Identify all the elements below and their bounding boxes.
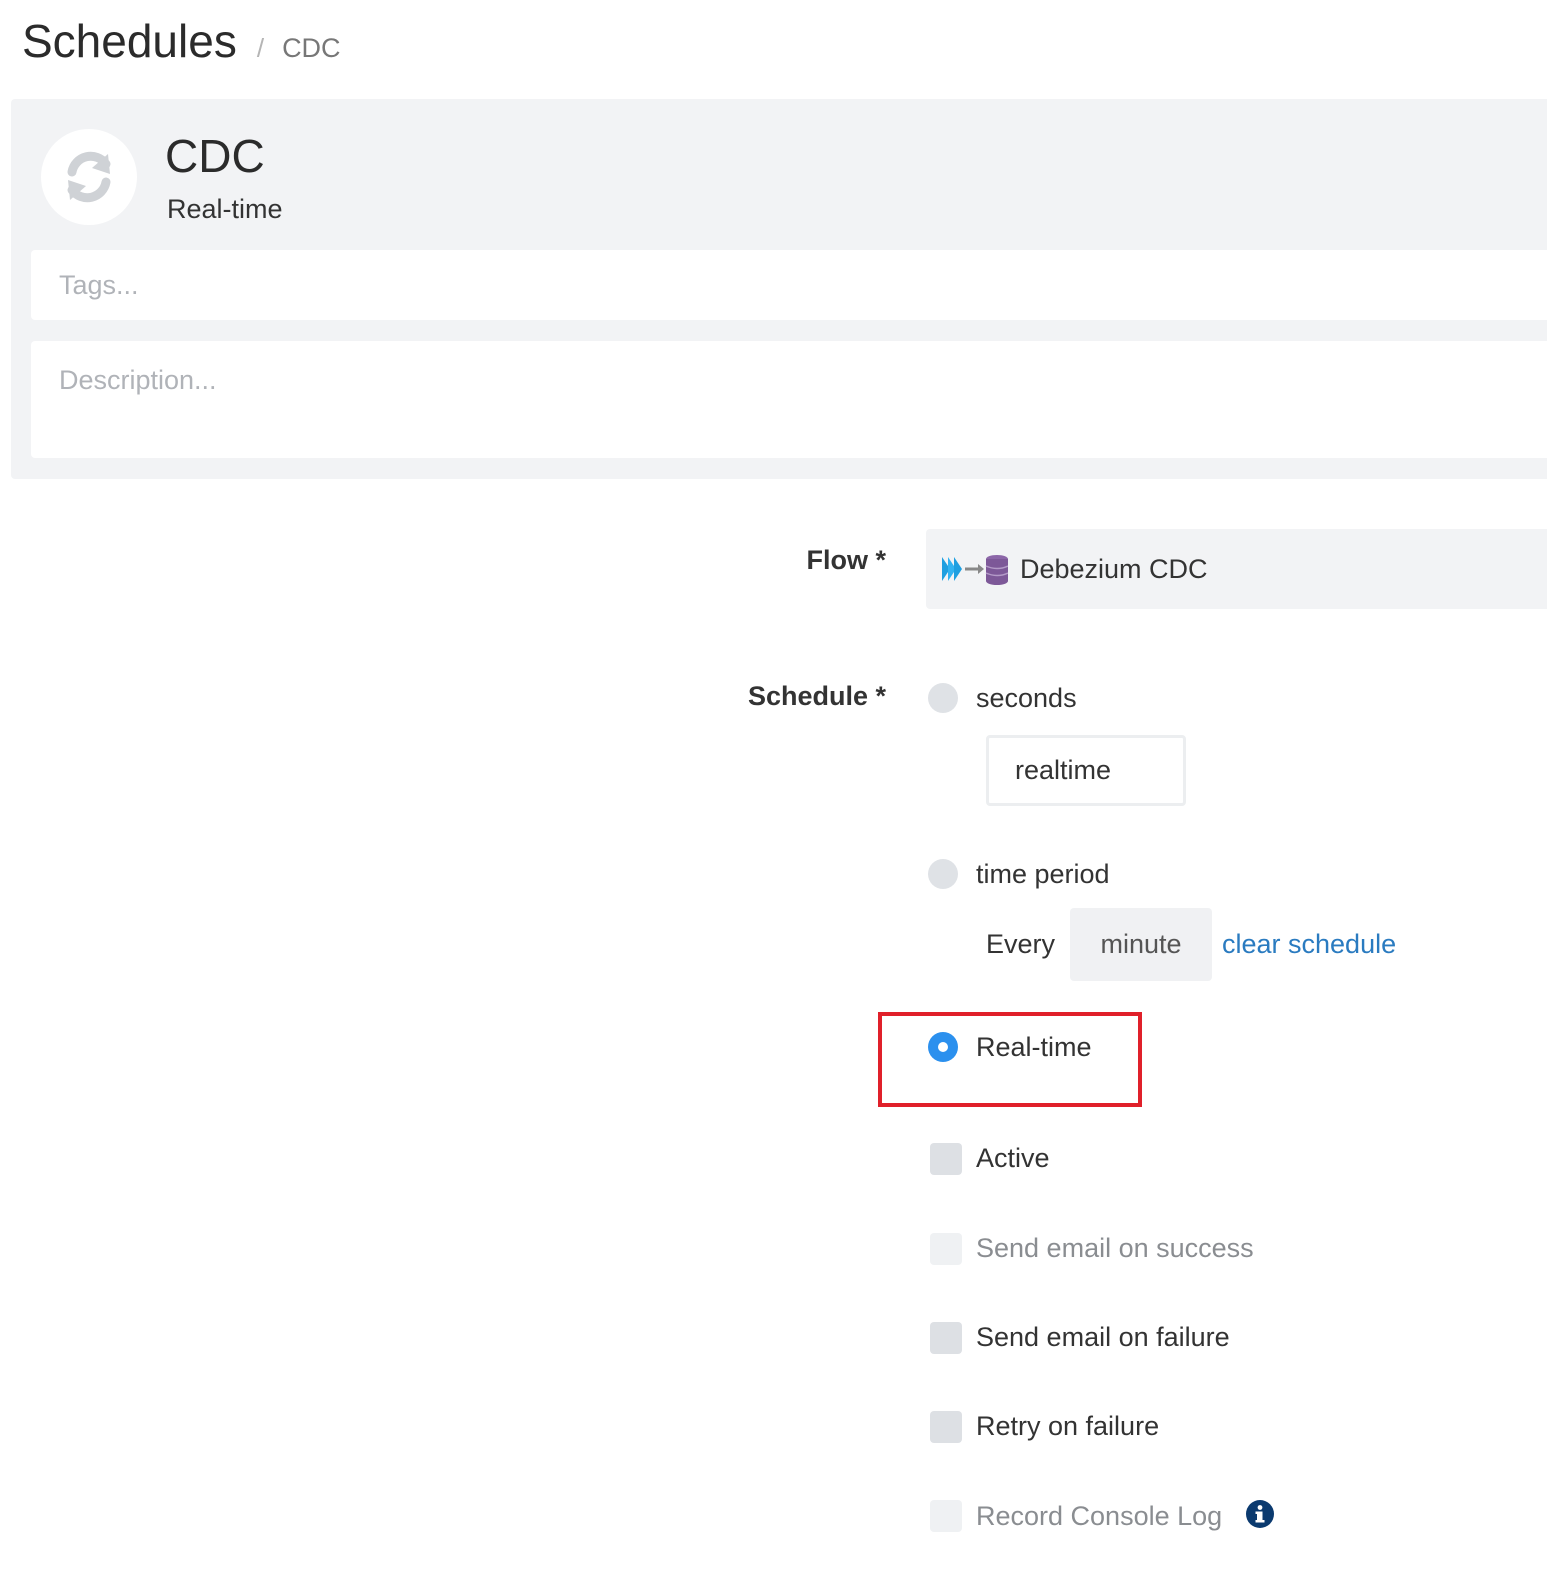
refresh-icon	[67, 151, 111, 203]
schedule-time-period-radio[interactable]	[928, 859, 958, 889]
breadcrumb-schedules-link[interactable]: Schedules	[22, 14, 237, 68]
breadcrumb-separator: /	[256, 33, 265, 63]
schedule-avatar	[41, 129, 137, 225]
record-console-log-label: Record Console Log	[976, 1501, 1223, 1531]
clear-schedule-link[interactable]: clear schedule	[1222, 929, 1396, 960]
record-console-log-checkbox	[930, 1500, 962, 1532]
retry-failure-label[interactable]: Retry on failure	[976, 1411, 1159, 1442]
schedule-title: CDC	[165, 130, 265, 182]
email-failure-label[interactable]: Send email on failure	[976, 1322, 1230, 1353]
email-success-checkbox	[930, 1233, 962, 1265]
description-input[interactable]	[31, 341, 1547, 458]
tags-input[interactable]	[31, 250, 1547, 320]
schedule-subtitle: Real-time	[167, 194, 283, 224]
active-checkbox[interactable]	[930, 1143, 962, 1175]
schedule-header-card: CDC Real-time	[11, 99, 1547, 479]
email-failure-checkbox[interactable]	[930, 1322, 962, 1354]
every-label: Every	[986, 929, 1056, 959]
schedule-realtime-label[interactable]: Real-time	[976, 1032, 1092, 1063]
debezium-flow-icon	[942, 555, 1008, 585]
info-icon[interactable]	[1246, 1500, 1274, 1528]
breadcrumb: Schedules / CDC	[22, 14, 341, 68]
breadcrumb-current: CDC	[282, 33, 341, 63]
period-select[interactable]: minute	[1070, 908, 1212, 981]
seconds-input[interactable]	[986, 735, 1186, 806]
flow-label: Flow *	[806, 545, 887, 575]
schedule-seconds-radio[interactable]	[928, 683, 958, 713]
flow-select-value: Debezium CDC	[1020, 553, 1208, 584]
schedule-seconds-label[interactable]: seconds	[976, 683, 1077, 714]
email-success-label: Send email on success	[976, 1233, 1254, 1263]
schedule-label: Schedule *	[747, 681, 886, 711]
active-label[interactable]: Active	[976, 1143, 1050, 1174]
schedule-time-period-label[interactable]: time period	[976, 859, 1110, 890]
retry-failure-checkbox[interactable]	[930, 1411, 962, 1443]
schedule-realtime-radio[interactable]	[928, 1032, 958, 1062]
flow-select[interactable]: Debezium CDC	[926, 529, 1547, 609]
